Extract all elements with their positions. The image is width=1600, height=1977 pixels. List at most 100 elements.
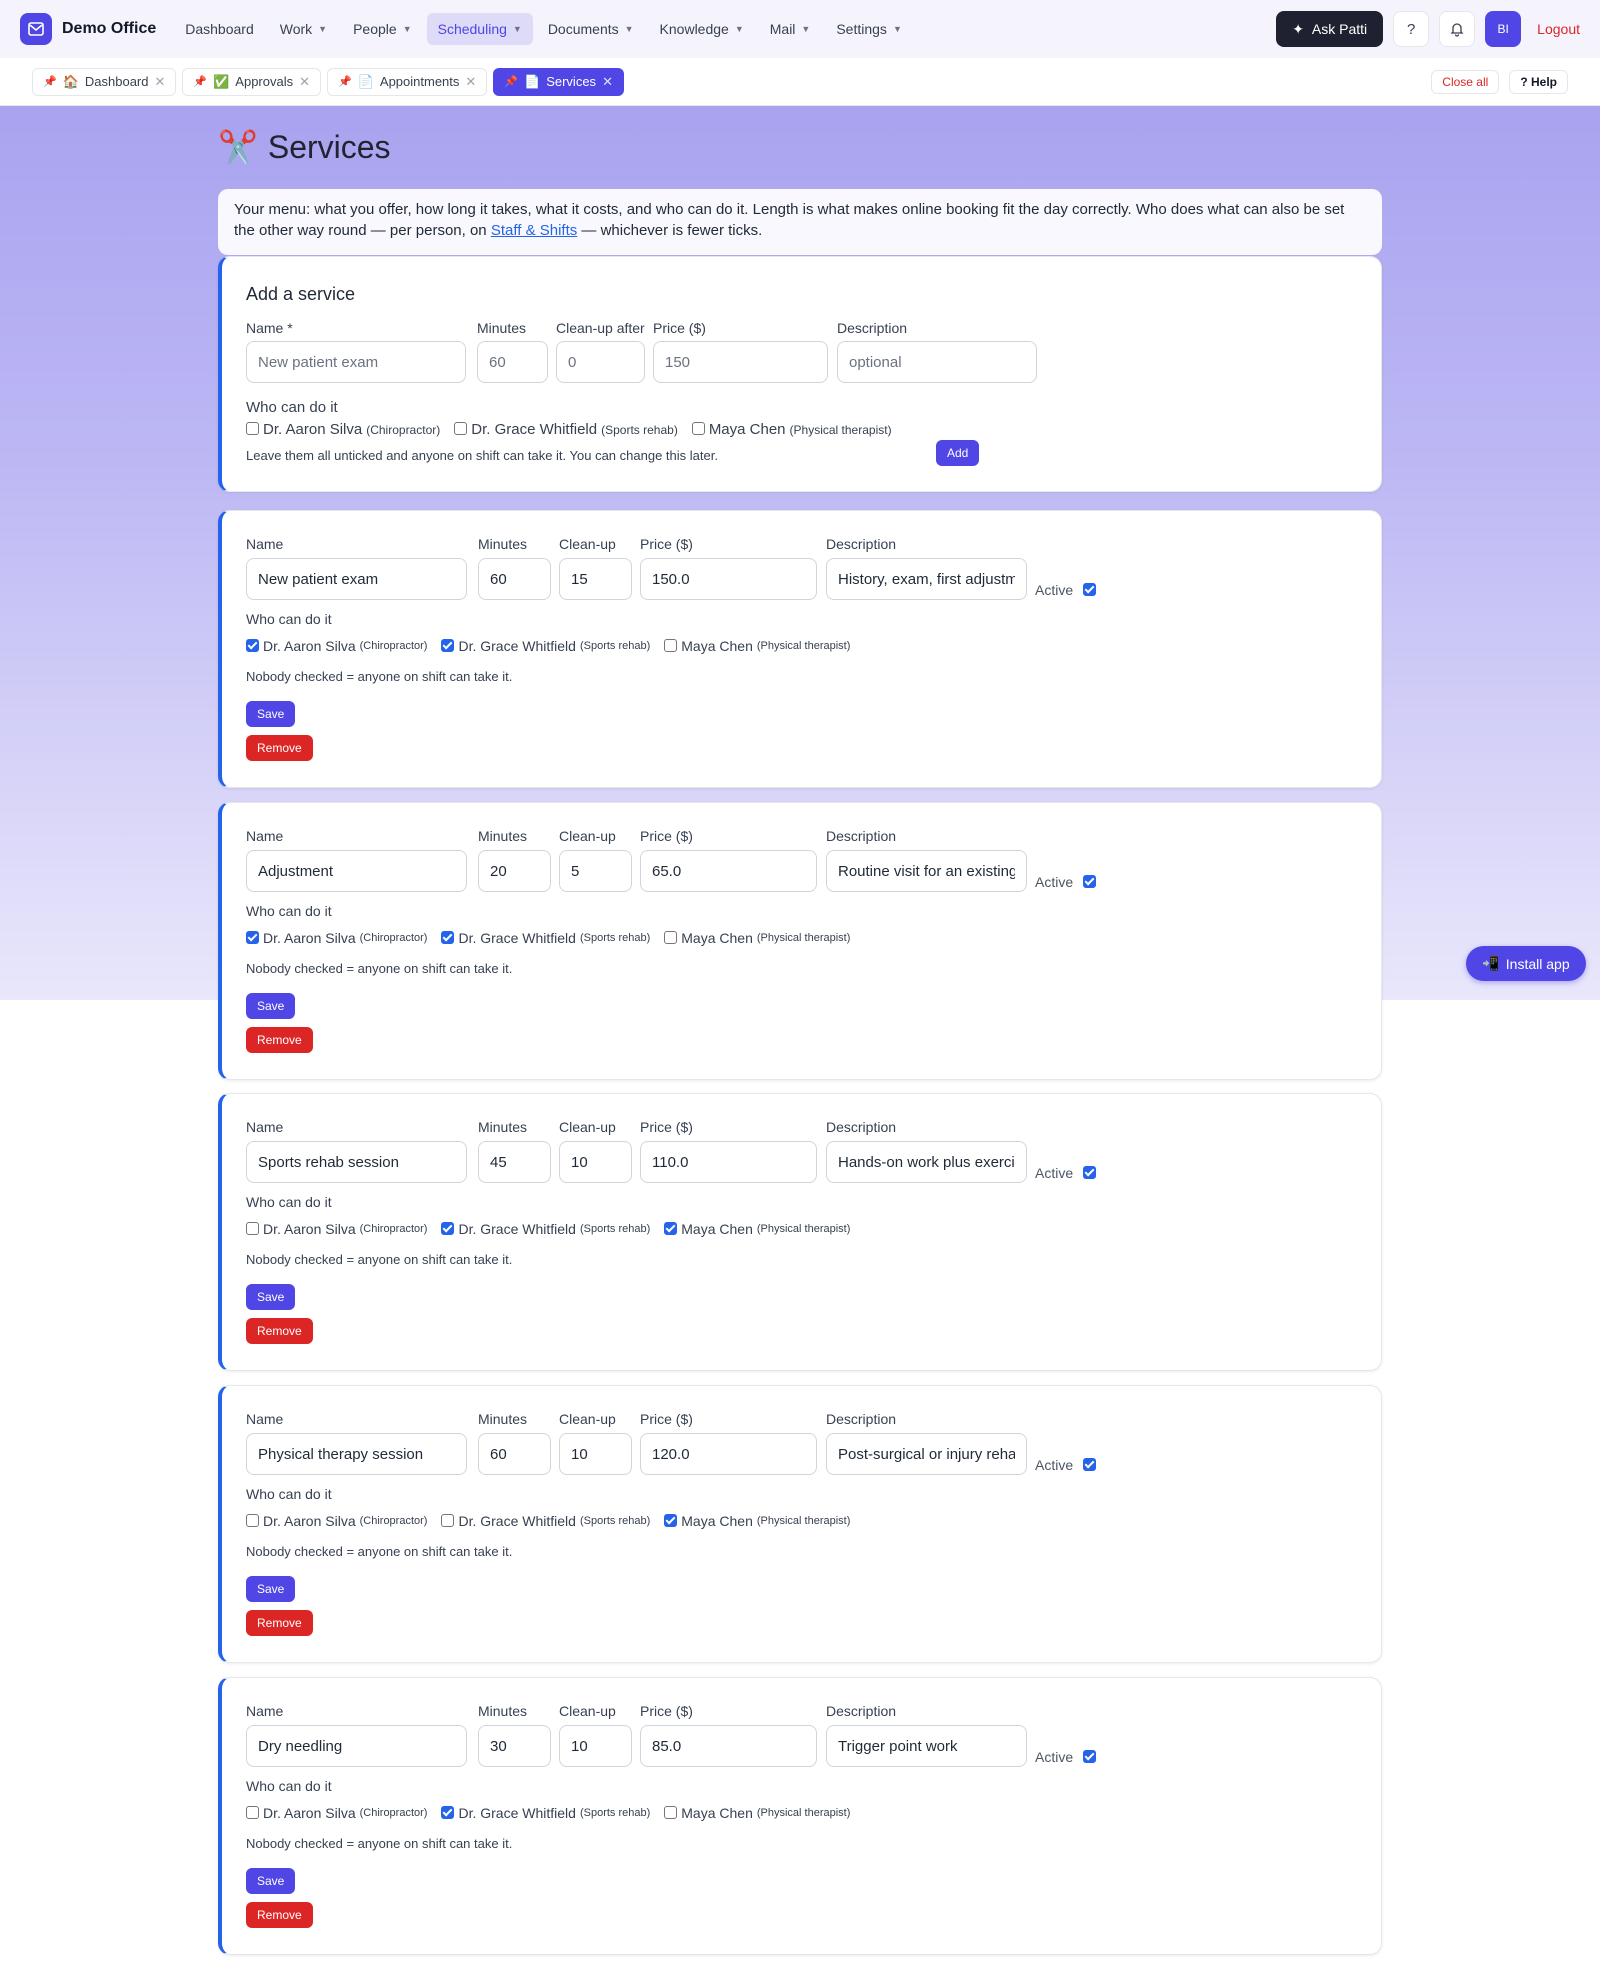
remove-button[interactable]: Remove xyxy=(246,1318,313,1344)
checkbox[interactable] xyxy=(246,1221,259,1235)
active-checkbox[interactable] xyxy=(1083,1749,1097,1763)
service-cleanup-input[interactable] xyxy=(559,1725,632,1767)
service-name-input[interactable] xyxy=(246,850,467,892)
service-price-input[interactable] xyxy=(640,558,817,600)
checkbox[interactable] xyxy=(664,1513,678,1527)
staff-option[interactable]: Maya Chen (Physical therapist) xyxy=(664,1513,850,1529)
service-description-input[interactable] xyxy=(826,558,1027,600)
nav-mail[interactable]: Mail ▼ xyxy=(759,13,822,45)
save-button[interactable]: Save xyxy=(246,1284,296,1310)
pin-icon[interactable]: 📌 xyxy=(43,75,57,88)
staff-option[interactable]: Dr. Grace Whitfield (Sports rehab) xyxy=(454,421,678,438)
nav-documents[interactable]: Documents ▼ xyxy=(537,13,645,45)
staff-option[interactable]: Dr. Grace Whitfield (Sports rehab) xyxy=(441,1513,650,1529)
staff-option[interactable]: Maya Chen (Physical therapist) xyxy=(664,930,850,946)
close-icon[interactable]: ✕ xyxy=(602,74,613,90)
service-price-input[interactable] xyxy=(640,1725,817,1767)
staff-option[interactable]: Dr. Aaron Silva (Chiropractor) xyxy=(246,930,427,946)
checkbox[interactable] xyxy=(664,1805,678,1819)
active-checkbox[interactable] xyxy=(1083,582,1097,596)
checkbox[interactable] xyxy=(441,1513,455,1527)
close-icon[interactable]: ✕ xyxy=(155,74,166,90)
nav-settings[interactable]: Settings ▼ xyxy=(825,13,913,45)
nav-dashboard[interactable]: Dashboard xyxy=(174,13,265,45)
tab-appointments[interactable]: 📌 📄 Appointments ✕ xyxy=(327,67,488,96)
service-name-input[interactable] xyxy=(246,1433,467,1475)
tab-approvals[interactable]: 📌 ✅ Approvals ✕ xyxy=(182,67,322,96)
close-all-button[interactable]: Close all xyxy=(1431,69,1500,94)
help-icon[interactable]: ? xyxy=(1393,11,1430,47)
checkbox[interactable] xyxy=(664,1221,678,1235)
staff-option[interactable]: Maya Chen (Physical therapist) xyxy=(664,1221,850,1237)
service-cleanup-input[interactable] xyxy=(559,558,632,600)
logout-link[interactable]: Logout xyxy=(1537,21,1580,37)
staff-option[interactable]: Dr. Aaron Silva (Chiropractor) xyxy=(246,1221,427,1237)
checkbox[interactable] xyxy=(246,930,259,944)
staff-shifts-link[interactable]: Staff & Shifts xyxy=(491,222,577,239)
add-button[interactable]: Add xyxy=(936,440,980,466)
new-minutes-input[interactable] xyxy=(477,341,548,383)
staff-option[interactable]: Maya Chen (Physical therapist) xyxy=(664,638,850,654)
mail-logo-icon[interactable] xyxy=(20,13,52,45)
service-description-input[interactable] xyxy=(826,1433,1027,1475)
checkbox[interactable] xyxy=(246,1513,259,1527)
close-icon[interactable]: ✕ xyxy=(299,74,310,90)
new-name-input[interactable] xyxy=(246,341,466,383)
service-price-input[interactable] xyxy=(640,1433,817,1475)
active-toggle[interactable]: Active xyxy=(1035,1749,1097,1765)
tab-services[interactable]: 📌 📄 Services ✕ xyxy=(493,67,624,96)
service-name-input[interactable] xyxy=(246,1725,467,1767)
help-button[interactable]: ? Help xyxy=(1509,69,1568,94)
save-button[interactable]: Save xyxy=(246,1868,296,1894)
checkbox[interactable] xyxy=(454,422,468,435)
new-price-input[interactable] xyxy=(653,341,828,383)
staff-option[interactable]: Maya Chen (Physical therapist) xyxy=(664,1805,850,1821)
close-icon[interactable]: ✕ xyxy=(465,74,476,90)
service-cleanup-input[interactable] xyxy=(559,850,632,892)
tab-dashboard[interactable]: 📌 🏠 Dashboard ✕ xyxy=(32,67,177,96)
staff-option[interactable]: Dr. Grace Whitfield (Sports rehab) xyxy=(441,638,650,654)
checkbox[interactable] xyxy=(664,930,678,944)
staff-option[interactable]: Dr. Grace Whitfield (Sports rehab) xyxy=(441,1221,650,1237)
remove-button[interactable]: Remove xyxy=(246,1027,313,1053)
service-minutes-input[interactable] xyxy=(478,850,551,892)
staff-option[interactable]: Maya Chen (Physical therapist) xyxy=(691,421,892,438)
pin-icon[interactable]: 📌 xyxy=(504,75,518,88)
ask-patti-button[interactable]: ✦ Ask Patti xyxy=(1276,11,1384,47)
service-minutes-input[interactable] xyxy=(478,1141,551,1183)
checkbox[interactable] xyxy=(691,422,705,435)
nav-scheduling[interactable]: Scheduling ▼ xyxy=(426,13,533,45)
checkbox[interactable] xyxy=(441,638,455,652)
pin-icon[interactable]: 📌 xyxy=(193,75,207,88)
new-cleanup-input[interactable] xyxy=(556,341,645,383)
service-price-input[interactable] xyxy=(640,850,817,892)
save-button[interactable]: Save xyxy=(246,701,296,727)
nav-knowledge[interactable]: Knowledge ▼ xyxy=(649,13,755,45)
checkbox[interactable] xyxy=(246,422,259,435)
install-app-button[interactable]: 📲 Install app xyxy=(1466,946,1586,981)
service-cleanup-input[interactable] xyxy=(559,1141,632,1183)
save-button[interactable]: Save xyxy=(246,1576,296,1602)
nav-work[interactable]: Work ▼ xyxy=(269,13,338,45)
service-description-input[interactable] xyxy=(826,1725,1027,1767)
bell-icon[interactable] xyxy=(1439,11,1476,47)
service-name-input[interactable] xyxy=(246,558,467,600)
staff-option[interactable]: Dr. Aaron Silva (Chiropractor) xyxy=(246,638,427,654)
remove-button[interactable]: Remove xyxy=(246,1610,313,1636)
checkbox[interactable] xyxy=(246,638,259,652)
service-description-input[interactable] xyxy=(826,850,1027,892)
service-price-input[interactable] xyxy=(640,1141,817,1183)
staff-option[interactable]: Dr. Grace Whitfield (Sports rehab) xyxy=(441,930,650,946)
active-checkbox[interactable] xyxy=(1083,1165,1097,1179)
service-minutes-input[interactable] xyxy=(478,558,551,600)
active-checkbox[interactable] xyxy=(1083,874,1097,888)
new-description-input[interactable] xyxy=(837,341,1037,383)
service-minutes-input[interactable] xyxy=(478,1433,551,1475)
remove-button[interactable]: Remove xyxy=(246,735,313,761)
service-minutes-input[interactable] xyxy=(478,1725,551,1767)
service-description-input[interactable] xyxy=(826,1141,1027,1183)
active-toggle[interactable]: Active xyxy=(1035,1457,1097,1473)
staff-option[interactable]: Dr. Aaron Silva (Chiropractor) xyxy=(246,1513,427,1529)
service-cleanup-input[interactable] xyxy=(559,1433,632,1475)
staff-option[interactable]: Dr. Aaron Silva (Chiropractor) xyxy=(246,421,440,438)
